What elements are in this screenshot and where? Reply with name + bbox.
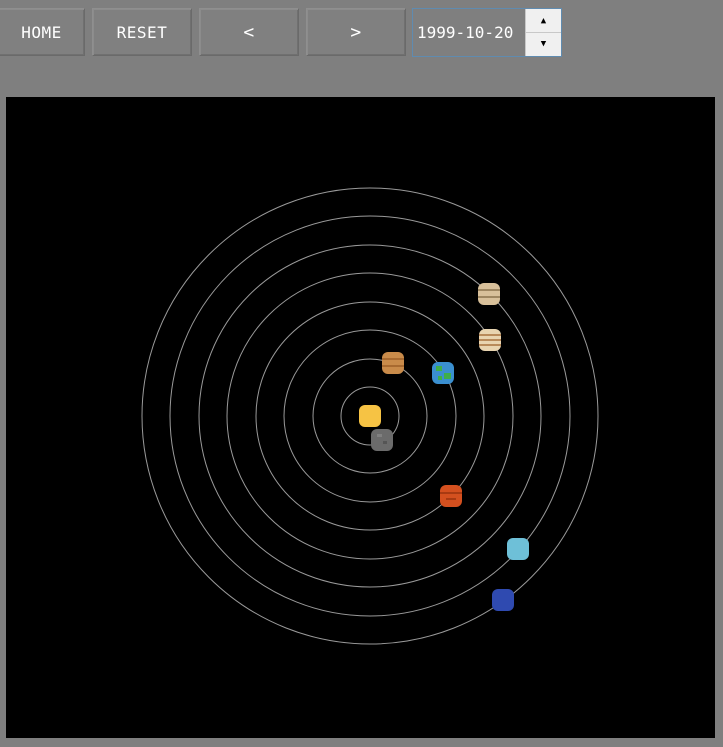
venus-icon bbox=[382, 352, 404, 374]
earth-icon bbox=[432, 362, 454, 384]
date-input[interactable] bbox=[413, 9, 525, 56]
next-button[interactable]: > bbox=[306, 8, 406, 56]
spin-buttons: ▲ ▼ bbox=[525, 9, 561, 56]
date-spinner: ▲ ▼ bbox=[412, 8, 562, 57]
spin-down-button[interactable]: ▼ bbox=[526, 32, 561, 55]
neptune-icon bbox=[492, 589, 514, 611]
home-button[interactable]: HOME bbox=[0, 8, 85, 56]
reset-button[interactable]: RESET bbox=[92, 8, 192, 56]
sun-icon bbox=[359, 405, 381, 427]
spin-up-button[interactable]: ▲ bbox=[526, 9, 561, 33]
uranus-icon bbox=[507, 538, 529, 560]
jupiter-icon bbox=[479, 329, 501, 351]
solar-system-canvas[interactable] bbox=[6, 97, 715, 738]
saturn-icon bbox=[478, 283, 500, 305]
mars-icon bbox=[440, 485, 462, 507]
previous-button[interactable]: < bbox=[199, 8, 299, 56]
mercury-icon bbox=[371, 429, 393, 451]
solar-system-view bbox=[141, 187, 599, 645]
